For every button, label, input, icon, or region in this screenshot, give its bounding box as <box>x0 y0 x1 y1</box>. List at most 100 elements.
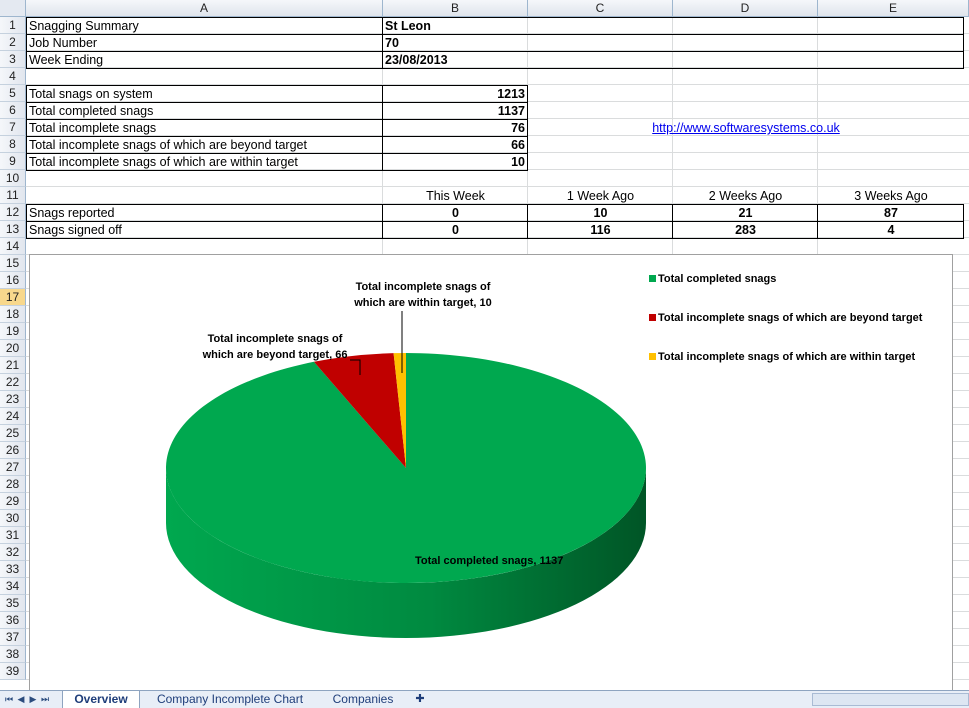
cell-c12[interactable]: 10 <box>528 205 673 221</box>
first-sheet-icon[interactable]: ⏮ <box>4 693 14 705</box>
row-header-38[interactable]: 38 <box>0 646 26 663</box>
row-header-31[interactable]: 31 <box>0 527 26 544</box>
cell-b13[interactable]: 0 <box>383 222 528 238</box>
cell-a8[interactable]: Total incomplete snags of which are beyo… <box>29 137 381 153</box>
cell-b11[interactable]: This Week <box>383 188 528 204</box>
row-header-36[interactable]: 36 <box>0 612 26 629</box>
row-header-32[interactable]: 32 <box>0 544 26 561</box>
sheet-tab-bar: ⏮ ◀ ▶ ⏭ Overview Company Incomplete Char… <box>0 690 969 708</box>
row-header-27[interactable]: 27 <box>0 459 26 476</box>
select-all-corner[interactable] <box>0 0 26 17</box>
row-header-33[interactable]: 33 <box>0 561 26 578</box>
row-header-15[interactable]: 15 <box>0 255 26 272</box>
cell-b3[interactable]: 23/08/2013 <box>385 52 965 68</box>
cell-a9[interactable]: Total incomplete snags of which are with… <box>29 154 381 170</box>
legend-swatch-3 <box>649 353 656 360</box>
cell-e11[interactable]: 3 Weeks Ago <box>818 188 964 204</box>
cell-a3[interactable]: Week Ending <box>29 52 381 68</box>
cell-a1[interactable]: Snagging Summary <box>29 18 381 34</box>
legend-swatch-2 <box>649 314 656 321</box>
column-header-d[interactable]: D <box>673 0 818 17</box>
row-header-13[interactable]: 13 <box>0 221 26 238</box>
row-header-21[interactable]: 21 <box>0 357 26 374</box>
row-header-26[interactable]: 26 <box>0 442 26 459</box>
legend-label-1: Total completed snags <box>658 273 776 285</box>
row-header-22[interactable]: 22 <box>0 374 26 391</box>
row-header-18[interactable]: 18 <box>0 306 26 323</box>
row-header-10[interactable]: 10 <box>0 170 26 187</box>
cell-b5[interactable]: 1213 <box>383 86 528 102</box>
data-label-beyond-target: Total incomplete snags of which are beyon… <box>202 333 348 361</box>
tab-company-incomplete-chart[interactable]: Company Incomplete Chart <box>140 691 320 708</box>
next-sheet-icon[interactable]: ▶ <box>28 693 38 705</box>
cell-a12[interactable]: Snags reported <box>29 205 381 221</box>
row-header-25[interactable]: 25 <box>0 425 26 442</box>
cell-a13[interactable]: Snags signed off <box>29 222 381 238</box>
row-header-8[interactable]: 8 <box>0 136 26 153</box>
row-header-5[interactable]: 5 <box>0 85 26 102</box>
row-header-35[interactable]: 35 <box>0 595 26 612</box>
cell-e12[interactable]: 87 <box>818 205 964 221</box>
cell-c13[interactable]: 116 <box>528 222 673 238</box>
row-header-30[interactable]: 30 <box>0 510 26 527</box>
gridline-row <box>26 186 969 187</box>
cell-e13[interactable]: 4 <box>818 222 964 238</box>
row-header-3[interactable]: 3 <box>0 51 26 68</box>
pie-chart-svg: Total completed snags, 1137 Total incompl… <box>166 273 923 638</box>
row-header-17[interactable]: 17 <box>0 289 26 306</box>
cell-a7[interactable]: Total incomplete snags <box>29 120 381 136</box>
cell-a6[interactable]: Total completed snags <box>29 103 381 119</box>
row-header-24[interactable]: 24 <box>0 408 26 425</box>
cell-b9[interactable]: 10 <box>383 154 528 170</box>
horizontal-scrollbar[interactable] <box>812 693 969 706</box>
row-header-7[interactable]: 7 <box>0 119 26 136</box>
column-header-e[interactable]: E <box>818 0 969 17</box>
cell-d12[interactable]: 21 <box>673 205 818 221</box>
row-header-12[interactable]: 12 <box>0 204 26 221</box>
row-header-2[interactable]: 2 <box>0 34 26 51</box>
column-header-a[interactable]: A <box>26 0 383 17</box>
row-header-23[interactable]: 23 <box>0 391 26 408</box>
row-header-16[interactable]: 16 <box>0 272 26 289</box>
cell-b6[interactable]: 1137 <box>383 103 528 119</box>
prev-sheet-icon[interactable]: ◀ <box>16 693 26 705</box>
row-header-20[interactable]: 20 <box>0 340 26 357</box>
cell-a2[interactable]: Job Number <box>29 35 381 51</box>
data-label-within-target: Total incomplete snags of which are withi… <box>353 281 492 309</box>
legend-label-2: Total incomplete snags of which are beyo… <box>658 312 923 324</box>
row-header-39[interactable]: 39 <box>0 663 26 680</box>
gridline-row <box>26 84 969 85</box>
cell-b1[interactable]: St Leon <box>385 18 965 34</box>
row-header-11[interactable]: 11 <box>0 187 26 204</box>
last-sheet-icon[interactable]: ⏭ <box>40 693 50 705</box>
cell-b7[interactable]: 76 <box>383 120 528 136</box>
pie-slice-1[interactable] <box>166 353 647 583</box>
data-label-completed: Total completed snags, 1137 <box>415 555 563 567</box>
row-header-4[interactable]: 4 <box>0 68 26 85</box>
row-header-34[interactable]: 34 <box>0 578 26 595</box>
cell-a5[interactable]: Total snags on system <box>29 86 381 102</box>
tab-overview[interactable]: Overview <box>62 691 140 708</box>
insert-sheet-icon[interactable]: ✚ <box>406 691 434 708</box>
website-link[interactable]: http://www.softwaresystems.co.uk <box>528 120 964 136</box>
pie-chart[interactable]: Total completed snags, 1137 Total incompl… <box>29 254 953 690</box>
row-header-14[interactable]: 14 <box>0 238 26 255</box>
row-header-9[interactable]: 9 <box>0 153 26 170</box>
legend-label-3: Total incomplete snags of which are with… <box>658 351 915 363</box>
row-header-29[interactable]: 29 <box>0 493 26 510</box>
row-header-37[interactable]: 37 <box>0 629 26 646</box>
cell-b8[interactable]: 66 <box>383 137 528 153</box>
cell-c11[interactable]: 1 Week Ago <box>528 188 673 204</box>
cell-d13[interactable]: 283 <box>673 222 818 238</box>
column-header-c[interactable]: C <box>528 0 673 17</box>
cell-b12[interactable]: 0 <box>383 205 528 221</box>
row-header-19[interactable]: 19 <box>0 323 26 340</box>
cell-b2[interactable]: 70 <box>385 35 965 51</box>
cell-d11[interactable]: 2 Weeks Ago <box>673 188 818 204</box>
row-header-1[interactable]: 1 <box>0 17 26 34</box>
legend-swatch-1 <box>649 275 656 282</box>
tab-companies[interactable]: Companies <box>320 691 406 708</box>
row-header-28[interactable]: 28 <box>0 476 26 493</box>
row-header-6[interactable]: 6 <box>0 102 26 119</box>
column-header-b[interactable]: B <box>383 0 528 17</box>
